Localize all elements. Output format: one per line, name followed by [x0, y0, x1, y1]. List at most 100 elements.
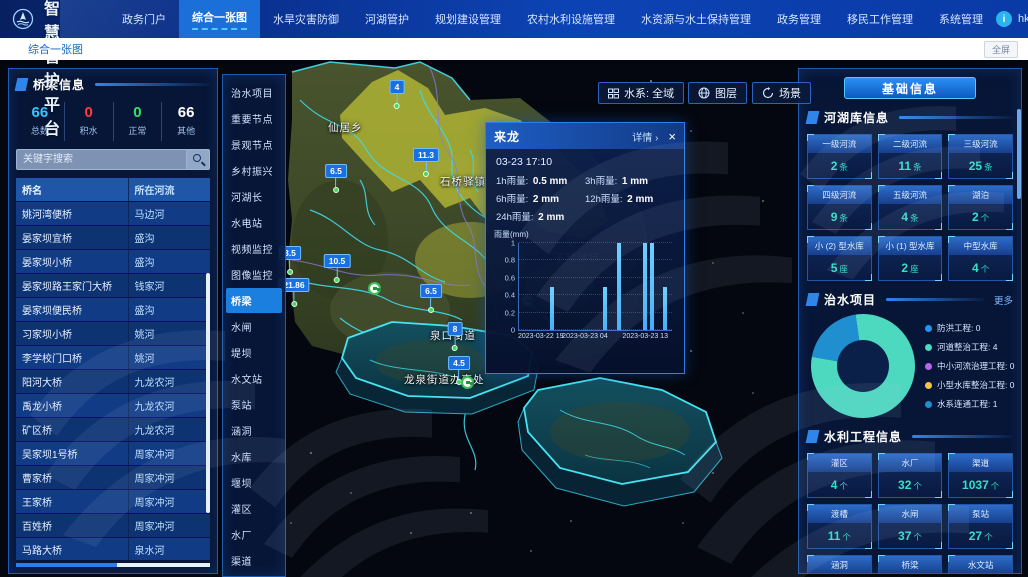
layer-item-河湖长[interactable]: 河湖长	[226, 184, 282, 209]
info-card-渠道[interactable]: 渠道1037个	[948, 453, 1013, 498]
layer-item-治水项目[interactable]: 治水项目	[226, 80, 282, 105]
table-vertical-scrollbar[interactable]	[206, 273, 210, 513]
info-card-三级河流[interactable]: 三级河流25条	[948, 134, 1013, 179]
info-card-渡槽[interactable]: 渡槽11个	[807, 504, 872, 549]
info-card-中型水库[interactable]: 中型水库4个	[948, 236, 1013, 281]
layer-item-堤坝[interactable]: 堤坝	[226, 340, 282, 365]
nav-item-农村水利设施管理[interactable]: 农村水利设施管理	[514, 0, 628, 38]
layer-item-水库[interactable]: 水库	[226, 444, 282, 469]
info-card-湖泊[interactable]: 湖泊2个	[948, 185, 1013, 230]
water-level-marker[interactable]: 6.5	[325, 164, 347, 193]
layer-item-水厂[interactable]: 水厂	[226, 522, 282, 547]
basic-info-button[interactable]: 基础信息	[844, 77, 976, 99]
info-card-灌区[interactable]: 灌区4个	[807, 453, 872, 498]
table-row[interactable]: 吴家坝1号桥周家冲河	[16, 442, 210, 465]
panel-scrollbar[interactable]	[1017, 109, 1021, 199]
table-row[interactable]: 晏家坝小桥盛沟	[16, 250, 210, 273]
nav-item-移民工作管理[interactable]: 移民工作管理	[834, 0, 926, 38]
nav-item-系统管理[interactable]: 系统管理	[926, 0, 996, 38]
search-button[interactable]	[186, 149, 210, 170]
more-link[interactable]: 更多	[994, 293, 1013, 307]
nav-item-水旱灾害防御[interactable]: 水旱灾害防御	[260, 0, 352, 38]
table-row[interactable]: 姚河湾便桥马边河	[16, 202, 210, 225]
nav-item-水资源与水土保持管理[interactable]: 水资源与水土保持管理	[628, 0, 764, 38]
nav-item-政务门户[interactable]: 政务门户	[109, 0, 179, 38]
nav-item-政务管理[interactable]: 政务管理	[764, 0, 834, 38]
marker-stem	[335, 178, 336, 187]
layer-item-乡村振兴[interactable]: 乡村振兴	[226, 158, 282, 183]
layers-button[interactable]: 图层	[688, 82, 747, 104]
water-level-marker[interactable]: 4	[390, 80, 405, 109]
table-row[interactable]: 晏家坝宜桥盛沟	[16, 226, 210, 249]
table-row[interactable]: 晏家坝路王家门大桥钱家河	[16, 274, 210, 297]
table-row[interactable]: 阳河大桥九龙农河	[16, 370, 210, 393]
layer-item-水文站[interactable]: 水文站	[226, 366, 282, 391]
info-card-桥梁[interactable]: 桥梁66个	[878, 555, 943, 574]
water-level-marker[interactable]: 11.3	[413, 148, 439, 177]
layer-item-桥梁[interactable]: 桥梁	[226, 288, 282, 313]
layer-item-泵站[interactable]: 泵站	[226, 392, 282, 417]
info-card-四级河流[interactable]: 四级河流9条	[807, 185, 872, 230]
bridge-name-cell: 习家坝小桥	[16, 322, 129, 345]
detail-link[interactable]: 详情 ›	[632, 129, 658, 144]
table-row[interactable]: 习家坝小桥姚河	[16, 322, 210, 345]
layer-item-重要节点[interactable]: 重要节点	[226, 106, 282, 131]
legend-item-中小河流治理工程: 中小河流治理工程: 0	[925, 360, 1014, 372]
river-name-cell: 九龙农河	[129, 370, 210, 393]
table-row[interactable]: 晏家坝便民桥盛沟	[16, 298, 210, 321]
fullscreen-button[interactable]: 全屏	[984, 41, 1018, 58]
layer-item-景观节点[interactable]: 景观节点	[226, 132, 282, 157]
marker-stem	[336, 268, 337, 277]
info-card-泵站[interactable]: 泵站27个	[948, 504, 1013, 549]
info-card-水厂[interactable]: 水厂32个	[878, 453, 943, 498]
camera-marker-icon[interactable]	[368, 282, 381, 295]
layer-item-视频监控[interactable]: 视频监控	[226, 236, 282, 261]
info-card-二级河流[interactable]: 二级河流11条	[878, 134, 943, 179]
table-row[interactable]: 王家桥周家冲河	[16, 490, 210, 513]
card-unit: 个	[981, 264, 990, 274]
table-row[interactable]: 马路大桥泉水河	[16, 538, 210, 560]
nav-item-河湖管护[interactable]: 河湖管护	[352, 0, 422, 38]
table-row[interactable]: 禹龙小桥九龙农河	[16, 394, 210, 417]
marker-value: 10.5	[324, 254, 351, 268]
search-input[interactable]	[16, 149, 186, 170]
layer-item-图像监控[interactable]: 图像监控	[226, 262, 282, 287]
layer-item-渠道[interactable]: 渠道	[226, 548, 282, 573]
rain-value-number: 2 mm	[627, 194, 653, 205]
water-system-scope-button[interactable]: 水系: 全域	[598, 82, 684, 104]
layer-item-水电站[interactable]: 水电站	[226, 210, 282, 235]
info-card-水闸[interactable]: 水闸37个	[878, 504, 943, 549]
marker-dot-icon	[394, 103, 400, 109]
scene-button[interactable]: 场景	[752, 82, 811, 104]
layer-item-水闸[interactable]: 水闸	[226, 314, 282, 339]
layer-item-灌区[interactable]: 灌区	[226, 496, 282, 521]
table-horizontal-scrollbar[interactable]	[16, 563, 210, 567]
water-level-marker[interactable]: 8	[448, 322, 463, 351]
camera-marker-icon[interactable]	[461, 376, 474, 389]
user-menu[interactable]: i hkxb42080201 ▼	[996, 11, 1028, 27]
rain-value-1h雨量: 1h雨量: 0.5 mm	[496, 173, 585, 187]
layer-item-堰坝[interactable]: 堰坝	[226, 470, 282, 495]
info-card-涵洞[interactable]: 涵洞47个	[807, 555, 872, 574]
water-level-marker[interactable]: 10.5	[324, 254, 351, 283]
close-icon[interactable]: ×	[668, 130, 676, 143]
marker-stem	[294, 292, 295, 301]
nav-item-综合一张图[interactable]: 综合一张图	[179, 0, 260, 38]
info-card-小 (1) 型水库[interactable]: 小 (1) 型水库2座	[878, 236, 943, 281]
col-river-name: 所在河流	[129, 178, 210, 201]
info-card-水文站[interactable]: 水文站3个	[948, 555, 1013, 574]
river-name-cell: 盛沟	[129, 226, 210, 249]
legend-text: 水系连通工程: 1	[937, 398, 997, 410]
breadcrumb[interactable]: 综合一张图	[28, 41, 83, 57]
info-card-五级河流[interactable]: 五级河流4条	[878, 185, 943, 230]
rain-value-number: 1 mm	[622, 176, 648, 187]
table-row[interactable]: 李学校门口桥姚河	[16, 346, 210, 369]
layer-item-涵洞[interactable]: 涵洞	[226, 418, 282, 443]
table-row[interactable]: 曹家桥周家冲河	[16, 466, 210, 489]
table-row[interactable]: 百姓桥周家冲河	[16, 514, 210, 537]
nav-item-规划建设管理[interactable]: 规划建设管理	[422, 0, 514, 38]
table-row[interactable]: 矿区桥九龙农河	[16, 418, 210, 441]
info-card-一级河流[interactable]: 一级河流2条	[807, 134, 872, 179]
info-card-小 (2) 型水库[interactable]: 小 (2) 型水库5座	[807, 236, 872, 281]
water-level-marker[interactable]: 6.5	[420, 284, 442, 313]
